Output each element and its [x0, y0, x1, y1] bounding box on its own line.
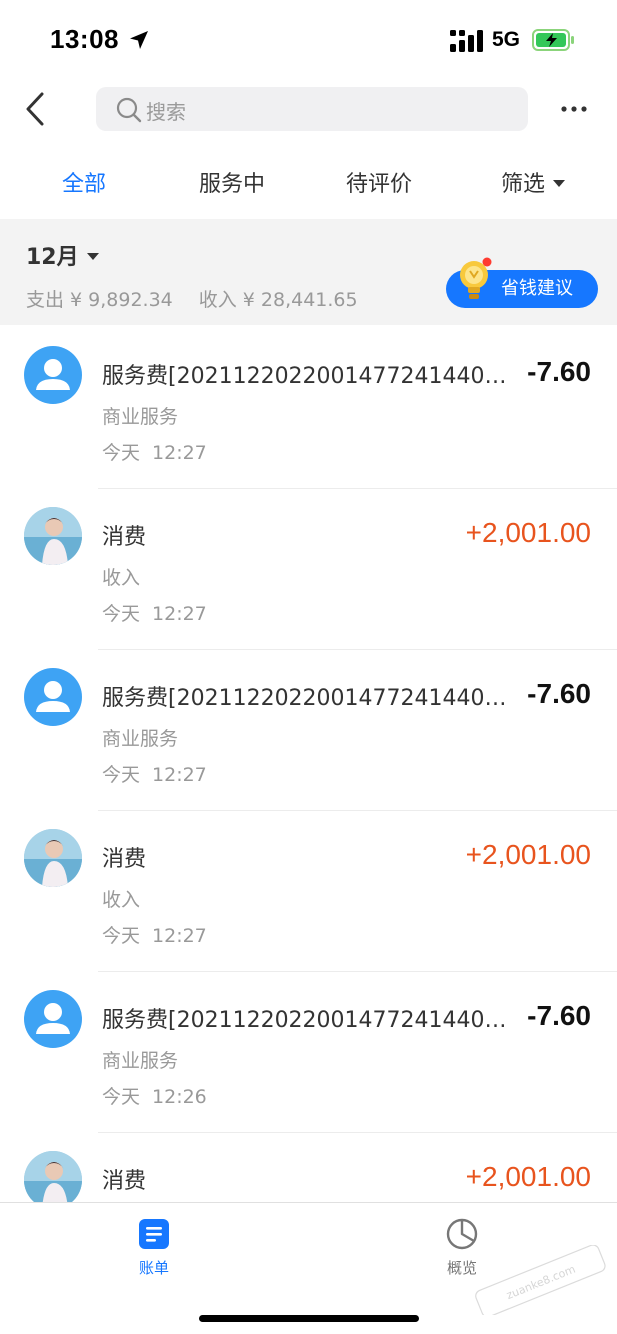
user-icon: [24, 990, 82, 1048]
transaction-title: 消费: [102, 1169, 147, 1194]
status-bar: 13:08 5G: [0, 0, 617, 80]
nav-bar: 搜索: [0, 80, 617, 142]
transaction-day: 今天: [102, 1086, 141, 1108]
tab-filter[interactable]: 筛选: [501, 166, 566, 198]
transaction-row[interactable]: 服务费[202112202200147724144070 商业服务 今天 12:2…: [0, 328, 617, 489]
transaction-row[interactable]: 服务费[202112202200147724144070 商业服务 今天 12:2…: [0, 972, 617, 1133]
transaction-day: 今天: [102, 442, 141, 464]
transaction-clock: 12:26: [152, 1086, 207, 1108]
transaction-day: 今天: [102, 925, 141, 947]
network-type: 5G: [492, 28, 521, 51]
expense-value: ¥ 9,892.34: [70, 289, 173, 311]
filter-tabs: 全部 服务中 待评价 筛选: [0, 150, 617, 218]
status-time: 13:08: [50, 24, 119, 54]
month-summary: 12月 支出 ¥ 9,892.34 收入 ¥ 28,441.65 省钱建议: [0, 219, 617, 325]
transaction-row[interactable]: 消费 收入 今天 12:27 +2,001.00: [0, 489, 617, 650]
transaction-list: 服务费[202112202200147724144070 商业服务 今天 12:2…: [0, 328, 617, 1202]
tab-bill-label: 账单: [138, 1259, 169, 1277]
transaction-amount: -7.60: [527, 678, 591, 709]
expense-label: 支出: [26, 289, 65, 311]
transaction-time: 今天 12:27: [102, 921, 207, 948]
avatar: [24, 507, 82, 565]
transaction-category: 收入: [102, 567, 141, 589]
search-icon: [116, 97, 142, 123]
transaction-time: 今天 12:27: [102, 438, 207, 465]
bottom-tab-bar: 账单 概览 zuanke8.com: [0, 1202, 617, 1334]
income-label: 收入: [198, 289, 237, 311]
month-selector[interactable]: 12月: [26, 239, 99, 271]
transaction-row[interactable]: 消费 收入 今天 12:27 +2,001.00: [0, 811, 617, 972]
transaction-title: 消费: [102, 525, 147, 550]
chevron-down-icon: [86, 252, 99, 260]
transaction-title: 消费: [102, 847, 147, 872]
avatar: [24, 829, 82, 887]
transaction-clock: 12:27: [152, 764, 207, 786]
bill-icon: [139, 1219, 169, 1249]
transaction-amount: +2,001.00: [465, 839, 591, 870]
tab-to-review[interactable]: 待评价: [346, 166, 412, 198]
transaction-amount: -7.60: [527, 356, 591, 387]
user-icon: [24, 668, 82, 726]
transaction-title: 服务费[202112202200147724144070: [102, 364, 512, 389]
tab-in-service[interactable]: 服务中: [199, 166, 265, 198]
more-icon[interactable]: [560, 98, 590, 120]
transaction-category: 收入: [102, 889, 141, 911]
transaction-category: 商业服务: [102, 1050, 179, 1072]
transaction-time: 今天 12:27: [102, 760, 207, 787]
signal-icon: [450, 30, 483, 52]
back-icon[interactable]: [20, 90, 54, 128]
month-totals: 支出 ¥ 9,892.34 收入 ¥ 28,441.65: [26, 285, 364, 312]
home-indicator: [199, 1315, 419, 1322]
transaction-time: 今天 12:26: [102, 1082, 207, 1109]
transaction-row[interactable]: 消费 +2,001.00: [0, 1133, 617, 1202]
search-placeholder: 搜索: [146, 100, 186, 124]
transaction-title: 服务费[202112202200147724144070: [102, 1008, 512, 1033]
transaction-clock: 12:27: [152, 925, 207, 947]
transaction-amount: -7.60: [527, 1000, 591, 1031]
transaction-time: 今天 12:27: [102, 599, 207, 626]
transaction-clock: 12:27: [152, 442, 207, 464]
transaction-day: 今天: [102, 764, 141, 786]
transaction-row[interactable]: 服务费[202112202200147724144070 商业服务 今天 12:2…: [0, 650, 617, 811]
tab-all[interactable]: 全部: [62, 166, 106, 198]
transaction-amount: +2,001.00: [465, 517, 591, 548]
month-label: 12月: [26, 245, 79, 270]
search-input[interactable]: 搜索: [96, 87, 528, 131]
user-icon: [24, 346, 82, 404]
chevron-down-icon: [553, 179, 566, 187]
transaction-title: 服务费[202112202200147724144070: [102, 686, 512, 711]
transaction-amount: +2,001.00: [465, 1161, 591, 1192]
transaction-day: 今天: [102, 603, 141, 625]
watermark-logo: zuanke8.com: [475, 1245, 606, 1315]
tab-filter-label: 筛选: [501, 172, 546, 197]
battery-charging-icon: [532, 29, 574, 51]
location-arrow-icon: [130, 31, 148, 49]
lightbulb-icon: [460, 257, 492, 299]
transaction-category: 商业服务: [102, 728, 179, 750]
tab-bill[interactable]: 账单: [114, 1217, 194, 1278]
income-value: ¥ 28,441.65: [242, 289, 358, 311]
transaction-category: 商业服务: [102, 406, 179, 428]
transaction-clock: 12:27: [152, 603, 207, 625]
avatar: [24, 1151, 82, 1202]
